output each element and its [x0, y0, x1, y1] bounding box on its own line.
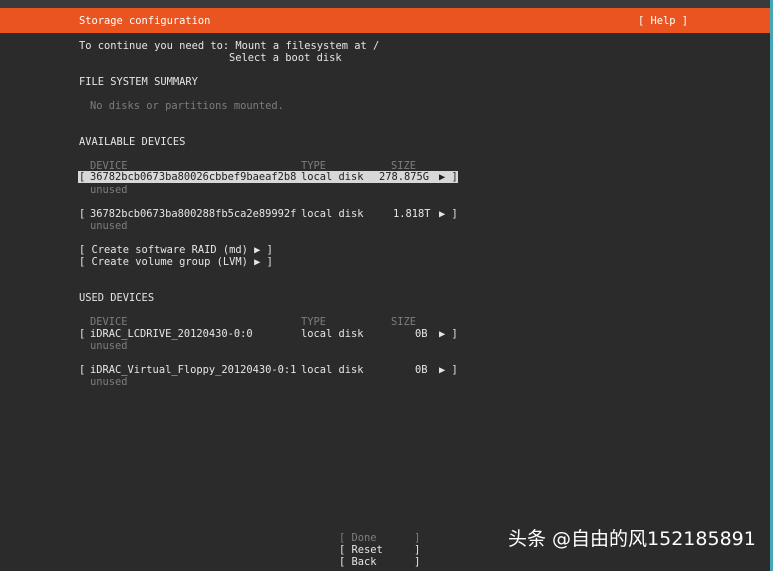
- device-name: 36782bcb0673ba800288fb5ca2e89992f: [90, 208, 297, 220]
- watermark: 头条 @自由的风152185891: [508, 528, 756, 550]
- device-size: 278.875G: [379, 171, 430, 183]
- page-title: Storage configuration: [79, 15, 211, 27]
- device-type: local disk: [301, 364, 364, 376]
- row-open-bracket: [: [79, 328, 86, 340]
- available-device-row-1[interactable]: [ 36782bcb0673ba80026cbbef9baeaf2b8 loca…: [78, 171, 458, 183]
- device-size: 0B: [415, 364, 428, 376]
- device-menu-arrow[interactable]: ▶ ]: [439, 208, 458, 220]
- device-type: local disk: [301, 328, 364, 340]
- row-open-bracket: [: [79, 364, 86, 376]
- top-bar: [0, 0, 770, 8]
- device-status: unused: [90, 340, 128, 352]
- device-status: unused: [90, 184, 128, 196]
- device-menu-arrow[interactable]: ▶ ]: [439, 364, 458, 376]
- device-size: 0B: [415, 328, 428, 340]
- done-button[interactable]: [ Done ]: [339, 532, 420, 544]
- row-open-bracket: [: [79, 171, 86, 183]
- device-menu-arrow[interactable]: ▶ ]: [439, 328, 458, 340]
- device-status: unused: [90, 220, 128, 232]
- device-name: iDRAC_Virtual_Floppy_20120430-0:1: [90, 364, 297, 376]
- fs-summary-heading: FILE SYSTEM SUMMARY: [79, 76, 198, 88]
- device-size: 1.818T: [393, 208, 431, 220]
- device-status: unused: [90, 376, 128, 388]
- reset-button[interactable]: [ Reset ]: [339, 544, 420, 556]
- device-name: iDRAC_LCDRIVE_20120430-0:0: [90, 328, 253, 340]
- header-bar: Storage configuration [ Help ]: [0, 8, 770, 33]
- help-button[interactable]: [ Help ]: [638, 15, 688, 27]
- installer-screen: Storage configuration [ Help ] To contin…: [0, 0, 773, 571]
- device-name: 36782bcb0673ba80026cbbef9baeaf2b8: [90, 171, 297, 183]
- device-menu-arrow[interactable]: ▶ ]: [439, 171, 458, 183]
- row-open-bracket: [: [79, 208, 86, 220]
- create-lvm-button[interactable]: [ Create volume group (LVM) ▶ ]: [79, 256, 273, 268]
- device-type: local disk: [301, 171, 364, 183]
- used-devices-heading: USED DEVICES: [79, 292, 155, 304]
- intro-line-1: To continue you need to: Mount a filesys…: [79, 40, 380, 52]
- create-raid-button[interactable]: [ Create software RAID (md) ▶ ]: [79, 244, 273, 256]
- back-button[interactable]: [ Back ]: [339, 556, 420, 568]
- used-col-size: SIZE: [391, 316, 417, 328]
- used-col-device: DEVICE: [90, 316, 128, 328]
- device-type: local disk: [301, 208, 364, 220]
- fs-summary-empty: No disks or partitions mounted.: [90, 100, 284, 112]
- used-col-type: TYPE: [301, 316, 327, 328]
- intro-line-2: Select a boot disk: [229, 52, 342, 64]
- available-devices-heading: AVAILABLE DEVICES: [79, 136, 186, 148]
